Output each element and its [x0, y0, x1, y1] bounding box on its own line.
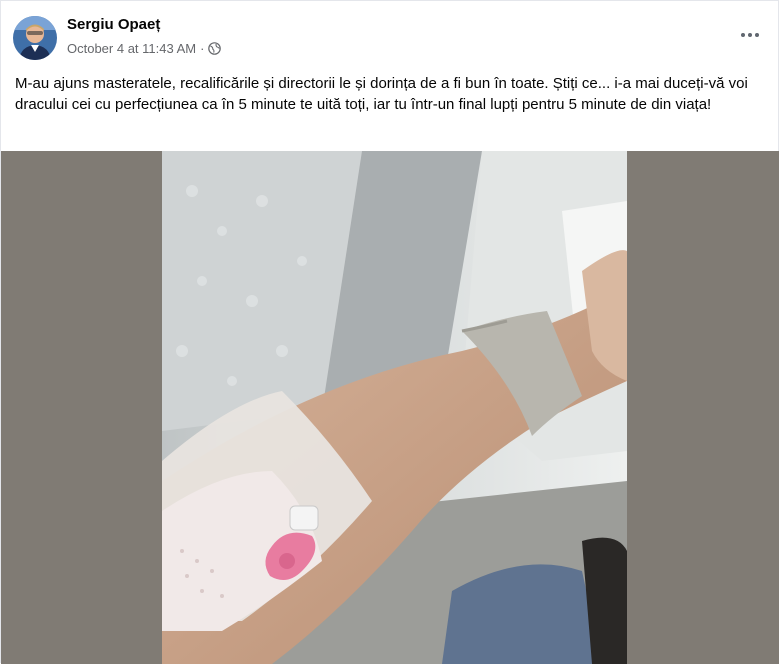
post-photo[interactable]	[162, 151, 627, 664]
meta-separator: ·	[200, 41, 205, 56]
photo-container	[1, 151, 779, 664]
post-header: Sergiu Opaeț October 4 at 11:43 AM ·	[1, 1, 778, 65]
author-name[interactable]: Sergiu Opaeț	[67, 16, 160, 33]
avatar[interactable]	[13, 16, 57, 60]
post-meta: October 4 at 11:43 AM ·	[67, 41, 222, 56]
post-card: Sergiu Opaeț October 4 at 11:43 AM · M-a…	[0, 0, 779, 664]
post-text: M-au ajuns masteratele, recalificările ș…	[15, 75, 748, 113]
more-dots-icon	[748, 33, 752, 37]
more-options-button[interactable]	[734, 23, 766, 47]
more-dots-icon	[755, 33, 759, 37]
more-dots-icon	[741, 33, 745, 37]
globe-icon[interactable]	[208, 42, 222, 55]
post-timestamp[interactable]: October 4 at 11:43 AM	[67, 41, 196, 56]
